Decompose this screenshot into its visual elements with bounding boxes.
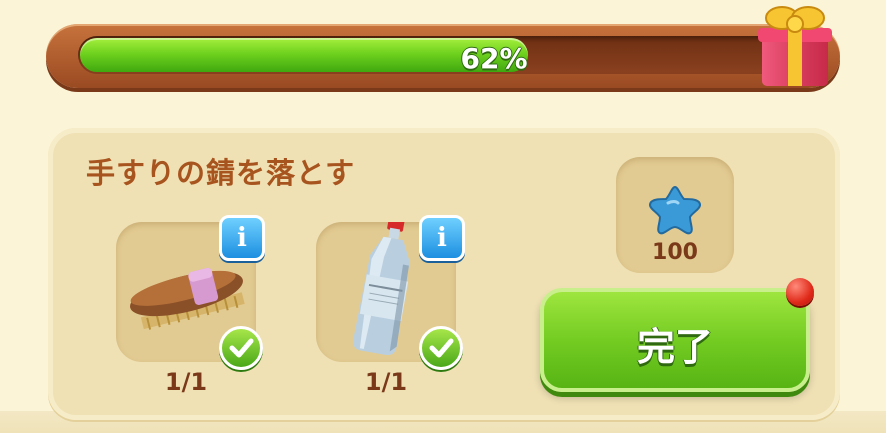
blue-star-icon	[648, 185, 702, 235]
check-icon	[219, 326, 263, 370]
item-count-brush: 1/1	[164, 368, 208, 396]
task-title: 手すりの錆を落とす	[86, 156, 356, 190]
progress-track: 62%	[78, 36, 804, 75]
info-button-brush[interactable]: i	[219, 215, 265, 261]
check-icon	[419, 326, 463, 370]
item-count-bottle: 1/1	[364, 368, 408, 396]
info-button-bottle[interactable]: i	[419, 215, 465, 261]
progress-bar: 62%	[46, 24, 840, 88]
reward-amount: 100	[652, 240, 698, 265]
progress-percent-label: 62%	[460, 42, 528, 75]
gift-box-icon[interactable]	[754, 0, 836, 92]
complete-button[interactable]: 完了	[540, 288, 810, 392]
notification-dot	[786, 278, 814, 306]
complete-button-label: 完了	[636, 325, 713, 369]
